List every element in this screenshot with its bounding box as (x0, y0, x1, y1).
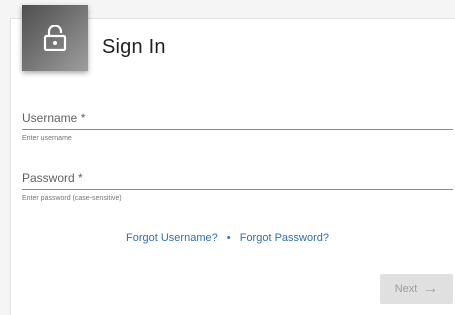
recovery-links: Forgot Username? • Forgot Password? (0, 232, 455, 244)
lock-open-icon (43, 25, 67, 51)
link-separator: • (226, 232, 231, 244)
arrow-right-icon: → (422, 280, 439, 297)
password-label: Password * (22, 171, 83, 185)
username-field: Username * Enter username (22, 110, 453, 143)
username-input[interactable] (22, 126, 453, 130)
next-button-label: Next (394, 283, 418, 295)
page-title: Sign In (102, 36, 166, 58)
forgot-password-link[interactable]: Forgot Password? (240, 232, 329, 244)
password-helper-text: Enter password (case-sensitive) (22, 195, 122, 202)
username-label: Username * (22, 111, 86, 125)
password-input[interactable] (22, 186, 453, 190)
next-button[interactable]: Next → (380, 274, 453, 304)
username-helper-text: Enter username (22, 135, 72, 142)
password-field: Password * Enter password (case-sensitiv… (22, 170, 453, 203)
lock-badge (22, 5, 88, 71)
forgot-username-link[interactable]: Forgot Username? (126, 232, 218, 244)
